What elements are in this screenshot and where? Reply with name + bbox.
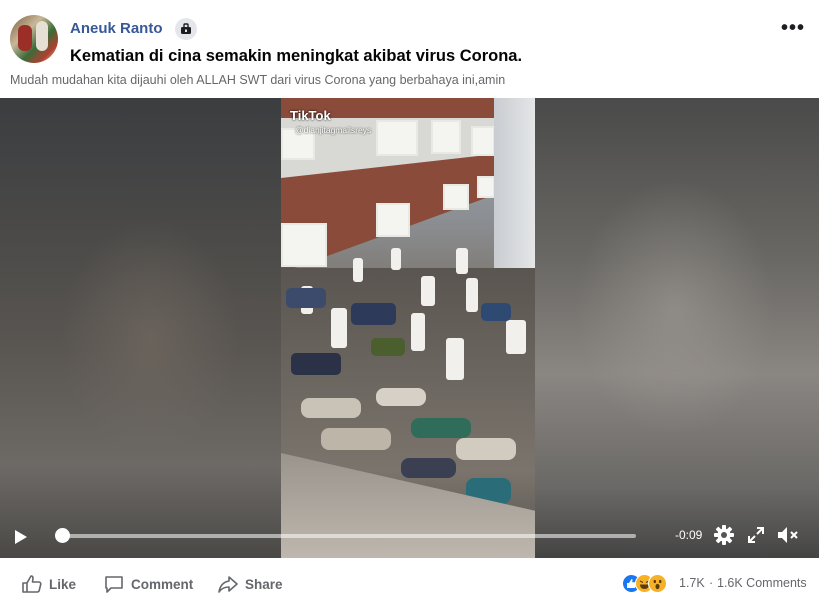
bag — [481, 303, 511, 321]
person-figure — [456, 248, 468, 274]
comment-label: Comment — [131, 576, 194, 592]
lying-figure — [411, 418, 471, 438]
person-figure — [391, 248, 401, 270]
share-button[interactable]: Share — [218, 574, 283, 594]
avatar[interactable] — [10, 15, 58, 63]
volume-muted-icon[interactable] — [776, 525, 800, 550]
window — [281, 223, 327, 267]
lying-figure — [321, 428, 391, 450]
author-name[interactable]: Aneuk Ranto — [70, 20, 163, 37]
comment-icon — [105, 576, 123, 593]
post-title: Kematian di cina semakin meningkat akiba… — [70, 47, 523, 65]
video-player[interactable]: TikTok @dianjitagmailsreys — [0, 98, 819, 558]
window — [477, 176, 495, 198]
video-blur-left — [0, 98, 281, 558]
window — [376, 120, 418, 156]
post-card: Aneuk Ranto ••• Kematian di cina semakin… — [0, 0, 819, 613]
window — [376, 203, 410, 237]
play-icon[interactable] — [14, 529, 28, 550]
like-label: Like — [49, 576, 77, 592]
lying-figure — [401, 458, 456, 478]
progress-bar[interactable] — [62, 534, 636, 538]
tiktok-username: @dianjitagmailsreys — [295, 125, 372, 135]
progress-knob[interactable] — [54, 528, 70, 543]
comment-button[interactable]: Comment — [104, 574, 193, 594]
bag — [371, 338, 405, 356]
separator: · — [709, 576, 714, 590]
gear-icon[interactable] — [713, 524, 735, 551]
window — [443, 184, 469, 210]
reactions-count[interactable]: 1.7K — [679, 576, 705, 590]
like-button[interactable]: Like — [22, 574, 76, 594]
share-label: Share — [245, 576, 283, 592]
lying-figure — [301, 398, 361, 418]
person-figure — [331, 308, 347, 348]
person-figure — [446, 338, 464, 380]
bag — [286, 288, 326, 308]
bag — [291, 353, 341, 375]
lying-figure — [376, 388, 426, 406]
wow-reaction-icon — [648, 574, 667, 593]
person-figure — [466, 278, 478, 312]
window — [431, 120, 461, 154]
video-frame[interactable]: TikTok @dianjitagmailsreys — [281, 98, 535, 558]
lying-figure — [456, 438, 516, 460]
window — [471, 126, 495, 156]
share-icon — [218, 576, 238, 593]
more-options-icon[interactable]: ••• — [781, 18, 805, 38]
reactions-summary[interactable] — [622, 574, 682, 593]
person-figure — [506, 320, 526, 354]
person-figure — [411, 313, 425, 351]
comments-count[interactable]: 1.6K Comments — [717, 576, 807, 590]
bag — [351, 303, 396, 325]
time-remaining: -0:09 — [675, 528, 703, 542]
group-icon[interactable] — [175, 18, 197, 40]
fullscreen-icon[interactable] — [748, 527, 764, 548]
video-blur-right — [535, 98, 819, 558]
tiktok-watermark: TikTok — [290, 108, 331, 123]
post-caption: Mudah mudahan kita dijauhi oleh ALLAH SW… — [10, 73, 506, 87]
thumbs-up-icon — [22, 575, 42, 593]
person-figure — [353, 258, 363, 282]
person-figure — [421, 276, 435, 306]
